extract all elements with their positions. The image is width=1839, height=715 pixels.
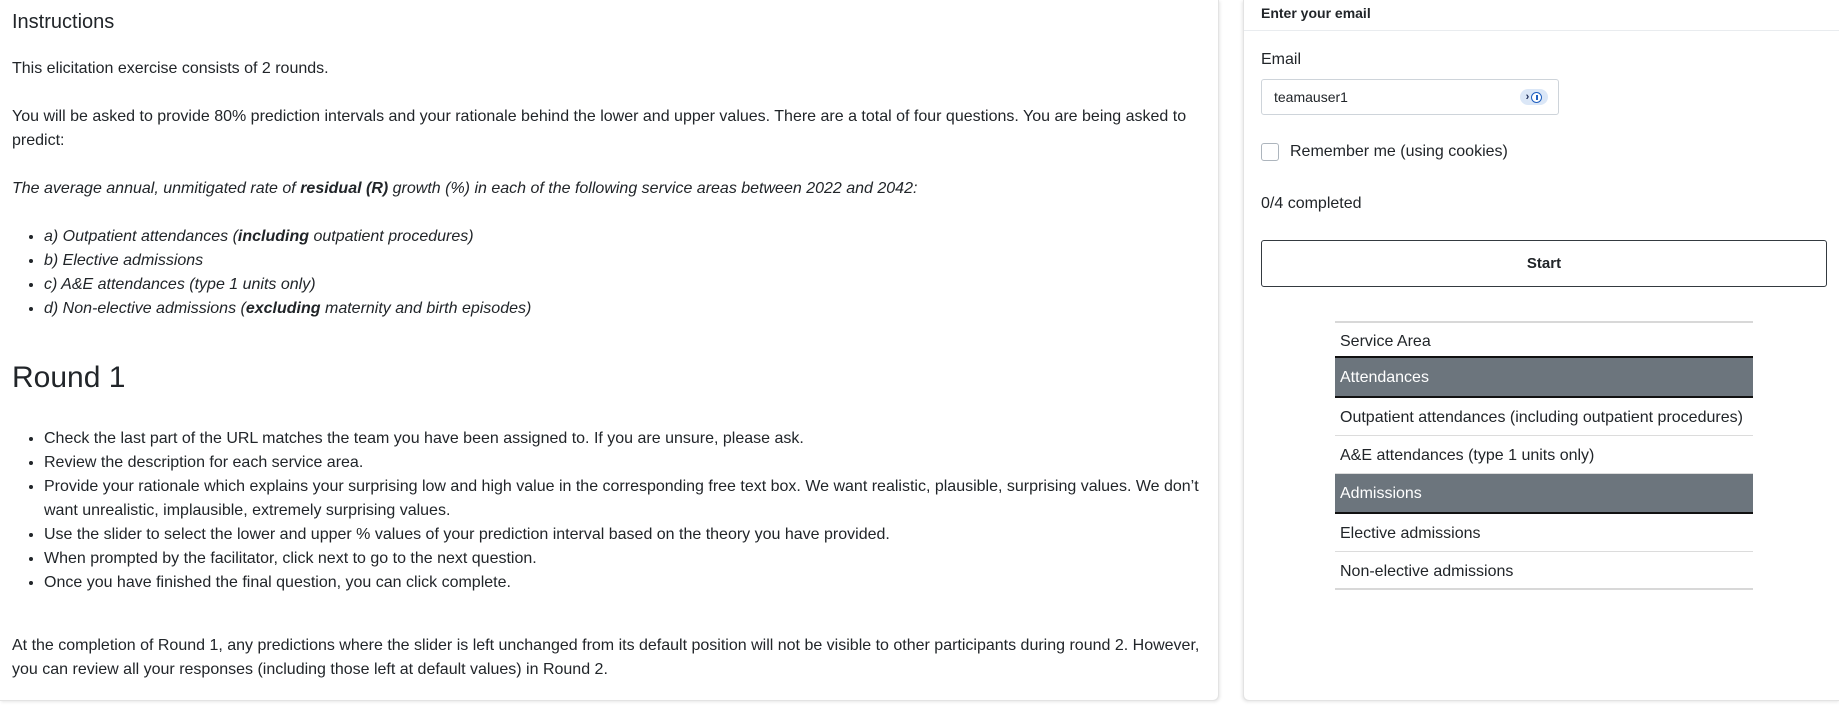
area-text: a) Outpatient attendances ( [44,228,238,245]
remember-me-label: Remember me (using cookies) [1290,143,1508,160]
round-steps-list: Check the last part of the URL matches t… [12,427,1214,595]
area-bold: including [237,228,310,245]
round-step: Provide your rationale which explains yo… [44,475,1214,523]
password-manager-icon[interactable]: › [1520,89,1548,105]
service-area-table: Service Area Attendances Outpatient atte… [1335,321,1753,590]
service-area-item: d) Non-elective admissions (excluding ma… [44,297,531,321]
round-step: Once you have finished the final questio… [44,571,1214,595]
area-text: d) Non-elective admissions ( [44,300,246,317]
remember-me-checkbox[interactable] [1261,143,1279,161]
round-step: Use the slider to select the lower and u… [44,523,1214,547]
page: Instructions This elicitation exercise c… [0,0,1839,715]
remember-me-control[interactable]: Remember me (using cookies) [1261,140,1508,164]
area-bold: excluding [245,300,321,317]
instructions-intro: This elicitation exercise consists of 2 … [12,60,329,77]
email-field[interactable] [1274,80,1504,114]
progress-text: 0/4 completed [1261,195,1362,212]
question-text: The average annual, unmitigated rate of … [12,177,917,201]
table-row: Elective admissions [1335,514,1753,552]
question-bold: residual (R) [300,180,389,197]
table-row: Non-elective admissions [1335,552,1753,590]
instructions-body: You will be asked to provide 80% predict… [12,108,1187,149]
email-label: Email [1261,51,1302,68]
login-card: Enter your email Email › Remember me (us… [1243,0,1839,701]
instructions-title: Instructions [12,11,115,33]
service-area-item: b) Elective admissions [44,249,531,273]
round-footer-note: At the completion of Round 1, any predic… [12,637,1200,678]
round-step: When prompted by the facilitator, click … [44,547,1214,571]
info-dot-icon [1531,91,1543,103]
table-row: A&E attendances (type 1 units only) [1335,436,1753,474]
chevron-right-icon: › [1525,91,1530,103]
area-text: c) A&E attendances (type 1 units only) [44,276,316,293]
service-area-item: c) A&E attendances (type 1 units only) [44,273,531,297]
round-title: Round 1 [12,361,126,394]
email-field-wrapper: › [1261,79,1559,115]
area-text: maternity and birth episodes) [320,300,532,317]
round-step: Review the description for each service … [44,451,1214,475]
instructions-card: Instructions This elicitation exercise c… [0,0,1219,701]
question-suffix: growth (%) in each of the following serv… [388,180,918,197]
round-step: Check the last part of the URL matches t… [44,427,1214,451]
table-header: Service Area [1335,323,1753,358]
card-header: Enter your email [1244,0,1839,31]
start-button[interactable]: Start [1261,240,1827,287]
service-area-list: a) Outpatient attendances (including out… [12,225,531,321]
table-group-row: Attendances [1335,358,1753,398]
area-text: outpatient procedures) [309,228,474,245]
area-text: b) Elective admissions [44,252,204,269]
table-group-row: Admissions [1335,474,1753,514]
service-area-item: a) Outpatient attendances (including out… [44,225,531,249]
question-prefix: The average annual, unmitigated rate of [12,180,301,197]
card-header-title: Enter your email [1261,5,1371,21]
table-row: Outpatient attendances (including outpat… [1335,398,1753,436]
